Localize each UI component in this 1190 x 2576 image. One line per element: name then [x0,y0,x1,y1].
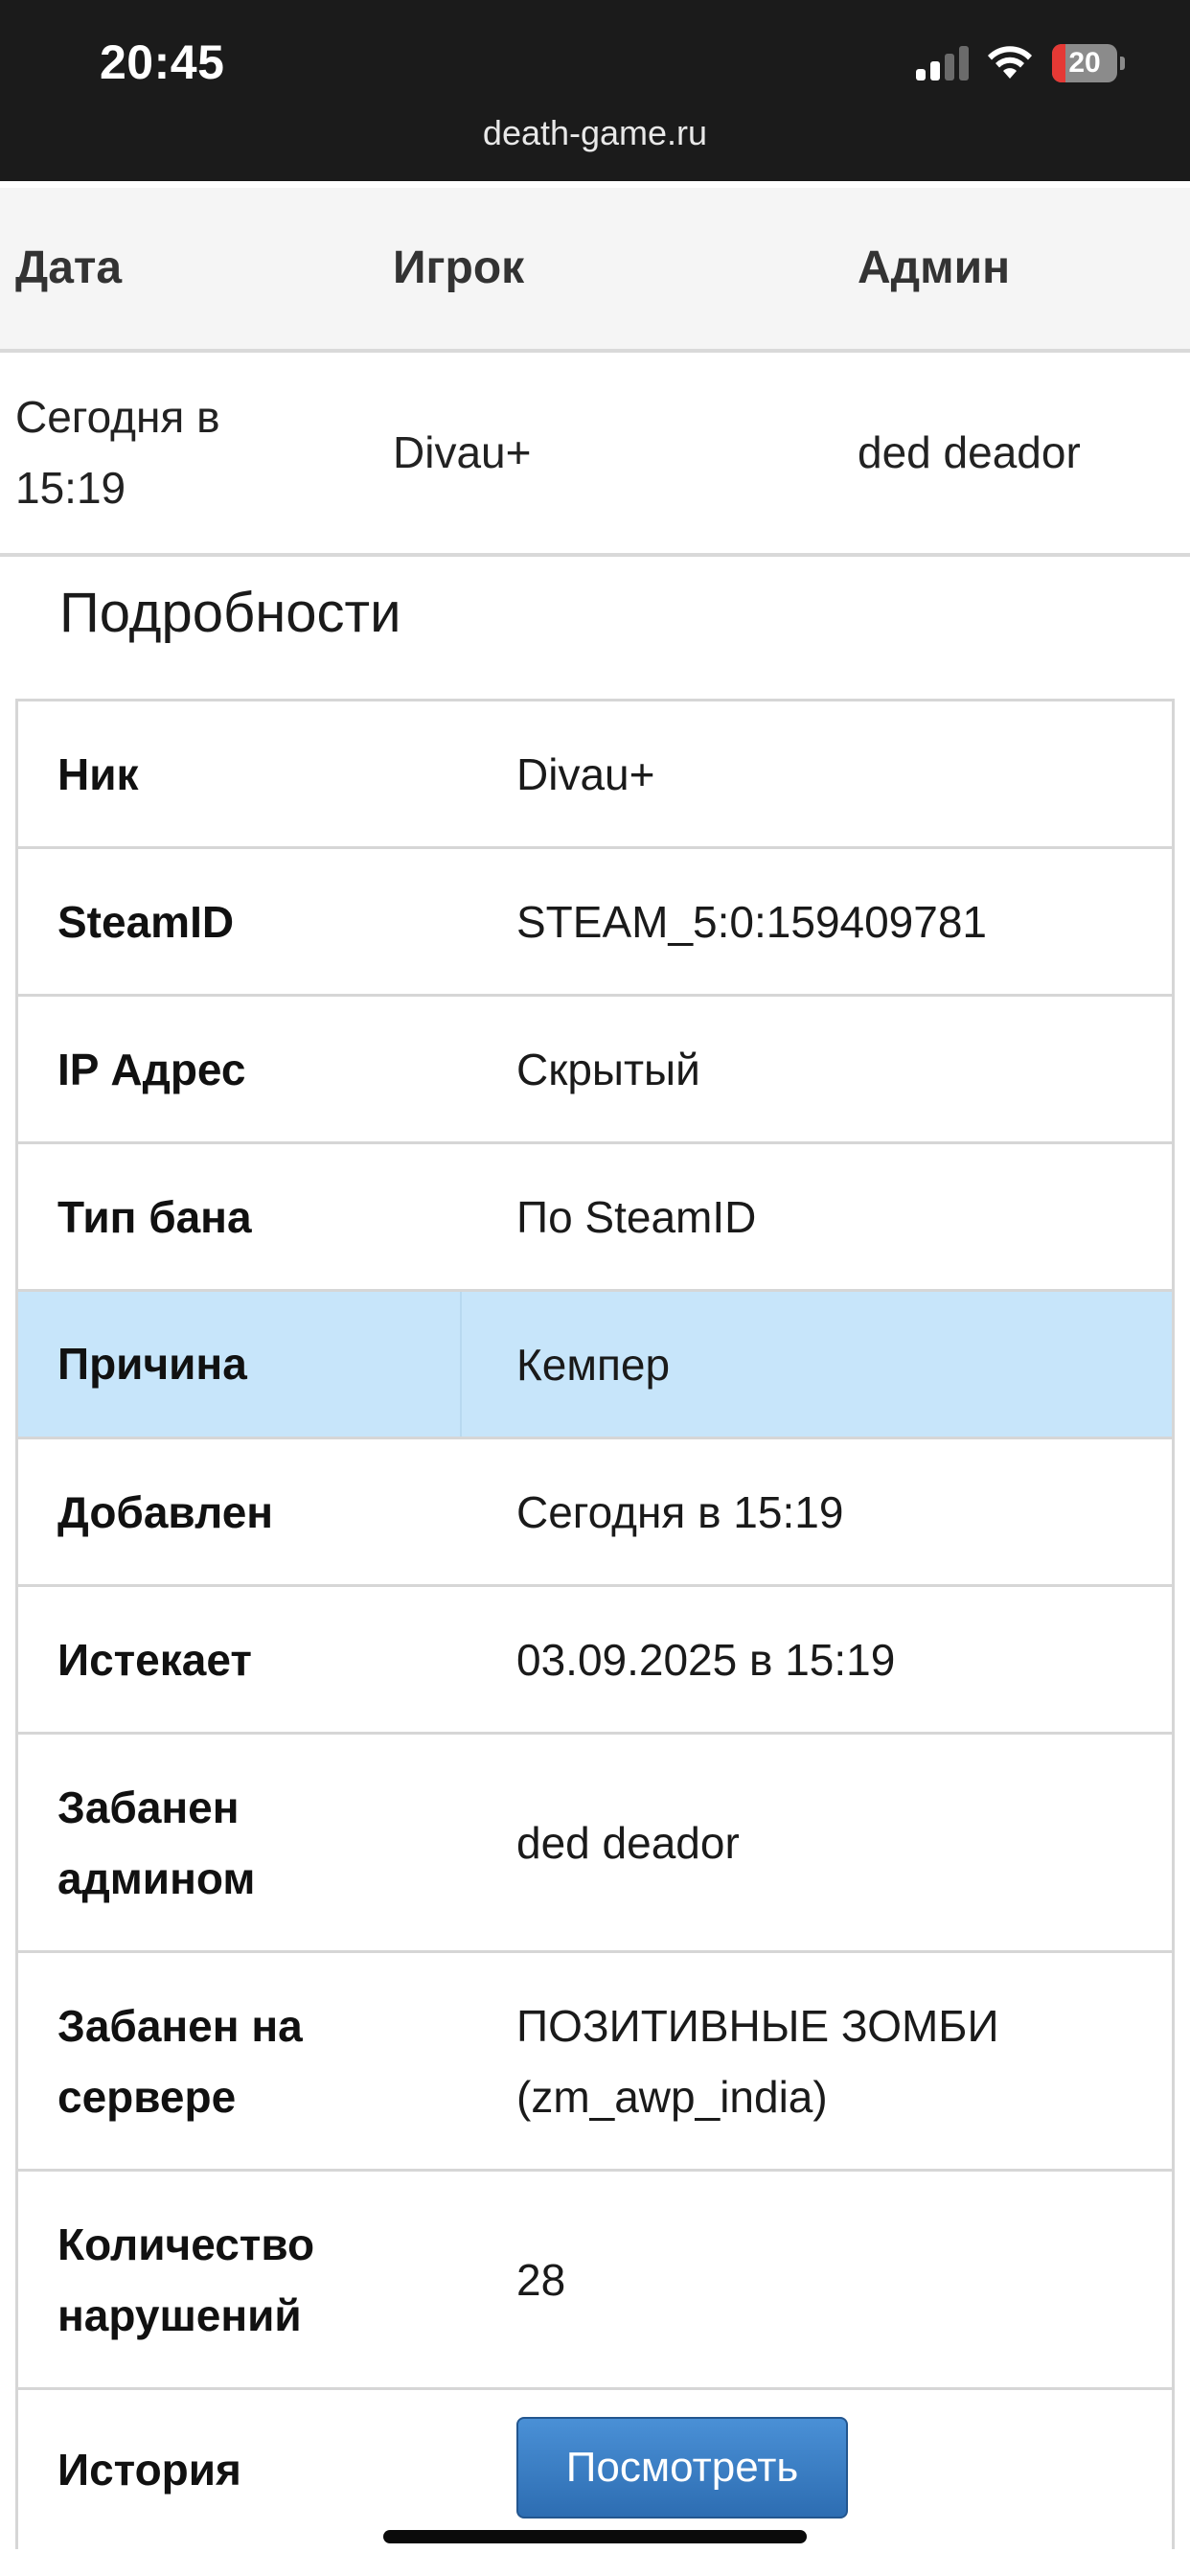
detail-value-line1: ПОЗИТИВНЫЕ ЗОМБИ [516,2000,999,2051]
detail-label: Тип бана [57,1191,252,1242]
home-indicator[interactable] [383,2530,807,2543]
detail-row-ip: IP Адрес Скрытый [18,997,1172,1144]
detail-row-steamid: SteamID STEAM_5:0:159409781 [18,849,1172,997]
detail-label-line2: админом [57,1852,256,1903]
detail-label: Добавлен [57,1486,274,1537]
detail-label: Ник [57,748,139,799]
detail-value: Скрытый [516,1044,700,1094]
detail-label-line1: Забанен [57,1782,240,1832]
detail-row-nick: Ник Divau+ [18,702,1172,849]
detail-value: 03.09.2025 в 15:19 [516,1634,896,1685]
detail-label-line2: нарушений [57,2289,302,2340]
detail-value: Сегодня в 15:19 [516,1486,844,1537]
list-header: Дата Игрок Админ [0,188,1190,353]
wifi-icon [988,46,1032,79]
details-title: Подробности [59,582,401,644]
detail-row-server: Забанен на сервере ПОЗИТИВНЫЕ ЗОМБИ (zm_… [18,1953,1172,2172]
detail-label: Забанен админом [57,1772,460,1914]
detail-label: SteamID [57,896,235,947]
column-header-admin[interactable]: Админ [858,188,1010,349]
detail-label-line1: Забанен на [57,2000,303,2051]
detail-label: История [57,2445,241,2495]
detail-label: Причина [57,1292,462,1437]
detail-value: ded deador [516,1817,740,1868]
detail-row-ban-type: Тип бана По SteamID [18,1144,1172,1292]
row-player: Divau+ [393,427,532,477]
battery-icon: 20 [1052,44,1125,82]
detail-value: ПОЗИТИВНЫЕ ЗОМБИ (zm_awp_india) [516,1990,1149,2132]
detail-label-line2: сервере [57,2071,237,2122]
detail-label: IP Адрес [57,1044,246,1094]
detail-label-line1: Количество [57,2219,315,2269]
detail-label: Забанен на сервере [57,1990,460,2132]
detail-value: 28 [516,2254,566,2305]
detail-row-reason: Причина Кемпер [18,1292,1172,1439]
detail-label: Истекает [57,1634,252,1685]
detail-value-line2: (zm_awp_india) [516,2071,828,2122]
row-date: Сегодня в 15:19 [15,381,341,523]
detail-row-history: История Посмотреть [18,2390,1172,2549]
url-bar[interactable]: death-game.ru [0,113,1190,153]
detail-row-added: Добавлен Сегодня в 15:19 [18,1439,1172,1587]
detail-row-expires: Истекает 03.09.2025 в 15:19 [18,1587,1172,1735]
column-header-date[interactable]: Дата [15,188,122,349]
column-header-player[interactable]: Игрок [393,188,524,349]
detail-row-violations: Количество нарушений 28 [18,2172,1172,2390]
view-history-button[interactable]: Посмотреть [516,2417,848,2518]
battery-percent: 20 [1068,47,1101,79]
detail-value: По SteamID [516,1191,757,1242]
status-bar: 20:45 20 death-game.ru [0,0,1190,181]
detail-value: Кемпер [516,1339,671,1390]
detail-label: Количество нарушений [57,2209,460,2351]
row-date-line1: Сегодня в [15,392,220,442]
status-time: 20:45 [100,35,225,89]
detail-value: Divau+ [516,748,655,799]
ban-list-row[interactable]: Сегодня в 15:19 Divau+ ded deador [0,353,1190,557]
detail-row-banned-by-admin: Забанен админом ded deador [18,1735,1172,1953]
cellular-signal-icon [916,46,970,80]
details-table: Ник Divau+ SteamID STEAM_5:0:159409781 I… [15,699,1175,2549]
detail-value: STEAM_5:0:159409781 [516,896,988,947]
row-date-line2: 15:19 [15,463,126,513]
row-admin: ded deador [858,427,1081,477]
